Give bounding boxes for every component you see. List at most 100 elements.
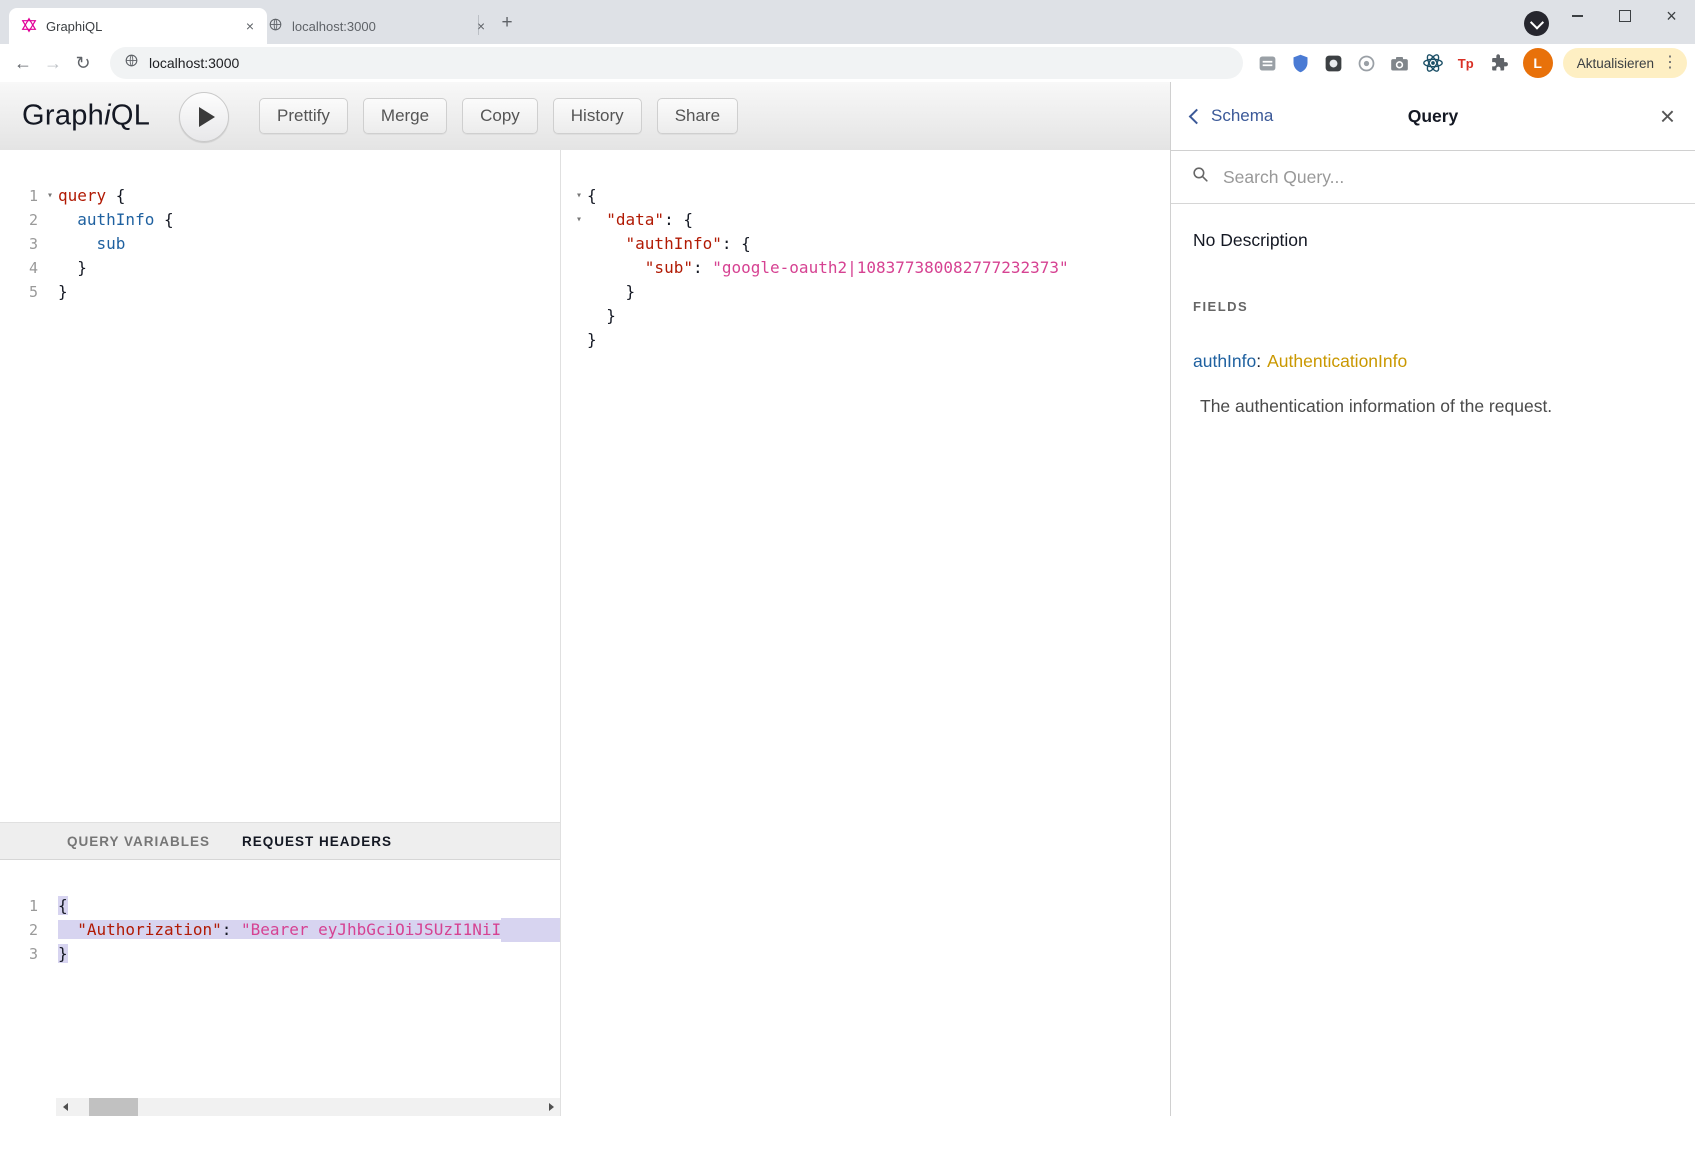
target-extension-icon[interactable] bbox=[1356, 52, 1378, 74]
fold-gutter bbox=[42, 942, 58, 966]
doc-search-bar bbox=[1171, 151, 1695, 204]
doc-back-link[interactable]: Schema bbox=[1191, 106, 1273, 126]
scroll-right-button[interactable] bbox=[542, 1098, 560, 1116]
code-line: ▾{ bbox=[571, 184, 1180, 208]
code-token: { bbox=[106, 186, 125, 205]
code-token: "Bearer eyJhbGciOiJSUzI1NiI bbox=[241, 920, 501, 939]
execute-query-button[interactable] bbox=[179, 92, 229, 142]
tab-close-icon[interactable]: × bbox=[472, 17, 490, 35]
code-line: 3} bbox=[0, 942, 560, 966]
chevron-down-icon bbox=[1529, 15, 1543, 29]
code-line: 4 } bbox=[0, 256, 560, 280]
extensions-puzzle-icon[interactable] bbox=[1488, 52, 1510, 74]
window-close-button[interactable]: × bbox=[1648, 0, 1695, 31]
horizontal-scrollbar[interactable] bbox=[56, 1098, 560, 1116]
react-devtools-icon[interactable] bbox=[1422, 52, 1444, 74]
fold-gutter bbox=[42, 918, 58, 942]
logo-italic-i: i bbox=[104, 100, 111, 132]
code-token: : bbox=[222, 920, 241, 939]
doc-fields-header: FIELDS bbox=[1193, 299, 1673, 314]
doc-search-input[interactable] bbox=[1221, 166, 1675, 189]
minimize-button[interactable] bbox=[1554, 0, 1601, 31]
search-icon bbox=[1191, 165, 1210, 189]
code-text: authInfo { bbox=[58, 208, 174, 232]
maximize-button[interactable] bbox=[1601, 0, 1648, 31]
camera-extension-icon[interactable] bbox=[1389, 52, 1411, 74]
code-token: query bbox=[58, 186, 106, 205]
fold-gutter bbox=[571, 304, 587, 328]
code-text: } bbox=[58, 280, 68, 304]
tab-search-button[interactable] bbox=[1524, 11, 1549, 36]
query-editor[interactable]: 1▾query {2 authInfo {3 sub4 }5} bbox=[0, 150, 560, 856]
forward-button[interactable]: → bbox=[38, 48, 68, 78]
line-number: 4 bbox=[0, 256, 42, 280]
line-number: 3 bbox=[0, 232, 42, 256]
browser-tab-localhost[interactable]: localhost:3000 × bbox=[256, 8, 498, 44]
field-name-link[interactable]: authInfo bbox=[1193, 351, 1256, 371]
scroll-left-button[interactable] bbox=[56, 1098, 74, 1116]
doc-close-button[interactable]: × bbox=[1660, 103, 1675, 129]
scrollbar-track[interactable] bbox=[74, 1098, 542, 1116]
graphql-logo-icon bbox=[21, 17, 37, 36]
code-text: } bbox=[58, 942, 68, 966]
fold-gutter bbox=[571, 328, 587, 352]
fold-arrow-icon[interactable]: ▾ bbox=[571, 184, 587, 208]
new-tab-button[interactable]: + bbox=[494, 10, 520, 36]
code-line: 2 "Authorization": "Bearer eyJhbGciOiJSU… bbox=[0, 918, 560, 942]
triangle-left-icon bbox=[63, 1103, 68, 1111]
browser-tab-graphiql[interactable]: GraphiQL × bbox=[9, 8, 267, 44]
doc-no-description: No Description bbox=[1193, 230, 1673, 251]
chevron-left-icon bbox=[1189, 108, 1205, 124]
code-token: "Authorization" bbox=[77, 920, 222, 939]
browser-window: GraphiQL × localhost:3000 × + × ← → ↻ lo… bbox=[0, 0, 1695, 1116]
back-button[interactable]: ← bbox=[8, 48, 38, 78]
fold-gutter bbox=[42, 280, 58, 304]
request-headers-editor[interactable]: 1{2 "Authorization": "Bearer eyJhbGciOiJ… bbox=[0, 860, 560, 1132]
graphiql-topbar: GraphiQL Prettify Merge Copy History Sha… bbox=[0, 82, 1170, 151]
code-token: } bbox=[58, 258, 87, 277]
fold-gutter bbox=[42, 208, 58, 232]
shield-extension-icon[interactable] bbox=[1290, 52, 1312, 74]
tp-extension-icon[interactable]: Tp bbox=[1455, 52, 1477, 74]
url-text: localhost:3000 bbox=[149, 55, 239, 71]
badge-extension-icon[interactable] bbox=[1257, 52, 1279, 74]
fold-arrow-icon[interactable]: ▾ bbox=[42, 184, 58, 208]
code-token: : bbox=[693, 258, 712, 277]
browser-menu-icon[interactable]: ⋮ bbox=[1662, 55, 1678, 71]
scrollbar-thumb[interactable] bbox=[89, 1098, 138, 1116]
field-description: The authentication information of the re… bbox=[1200, 396, 1673, 417]
prettify-button[interactable]: Prettify bbox=[259, 98, 348, 134]
line-number: 1 bbox=[0, 184, 42, 208]
reload-button[interactable]: ↻ bbox=[68, 48, 98, 78]
merge-button[interactable]: Merge bbox=[363, 98, 447, 134]
share-button[interactable]: Share bbox=[657, 98, 738, 134]
history-button[interactable]: History bbox=[553, 98, 642, 134]
doc-title: Query bbox=[1408, 106, 1459, 127]
update-chrome-button[interactable]: Aktualisieren ⋮ bbox=[1563, 48, 1687, 78]
code-token: authInfo bbox=[77, 210, 154, 229]
tab-query-variables[interactable]: QUERY VARIABLES bbox=[67, 834, 210, 849]
code-text: } bbox=[58, 256, 87, 280]
dark-square-extension-icon[interactable] bbox=[1323, 52, 1345, 74]
code-token: } bbox=[587, 330, 597, 349]
result-viewer[interactable]: ▾{▾ "data": { "authInfo": { "sub": "goog… bbox=[561, 150, 1180, 1150]
code-text: "sub": "google-oauth2|108377380082777232… bbox=[587, 256, 1069, 280]
tab-separator bbox=[478, 15, 479, 35]
logo-text: Graph bbox=[22, 100, 104, 132]
profile-avatar[interactable]: L bbox=[1523, 48, 1553, 78]
fold-arrow-icon[interactable]: ▾ bbox=[571, 208, 587, 232]
secondary-editor-tabbar[interactable]: QUERY VARIABLES REQUEST HEADERS bbox=[0, 822, 560, 860]
copy-button[interactable]: Copy bbox=[462, 98, 538, 134]
doc-field-row: authInfo:AuthenticationInfo bbox=[1193, 351, 1673, 372]
tab-title: GraphiQL bbox=[46, 19, 232, 34]
code-token: "google-oauth2|108377380082777232373" bbox=[712, 258, 1068, 277]
address-bar[interactable]: localhost:3000 bbox=[110, 47, 1243, 79]
code-text: } bbox=[587, 328, 597, 352]
triangle-right-icon bbox=[549, 1103, 554, 1111]
minimize-icon bbox=[1572, 15, 1583, 17]
tab-request-headers[interactable]: REQUEST HEADERS bbox=[242, 834, 392, 849]
code-text: } bbox=[587, 280, 635, 304]
code-text: "Authorization": "Bearer eyJhbGciOiJSUzI… bbox=[58, 918, 501, 942]
field-type-link[interactable]: AuthenticationInfo bbox=[1267, 351, 1407, 371]
site-info-icon[interactable] bbox=[124, 53, 139, 73]
